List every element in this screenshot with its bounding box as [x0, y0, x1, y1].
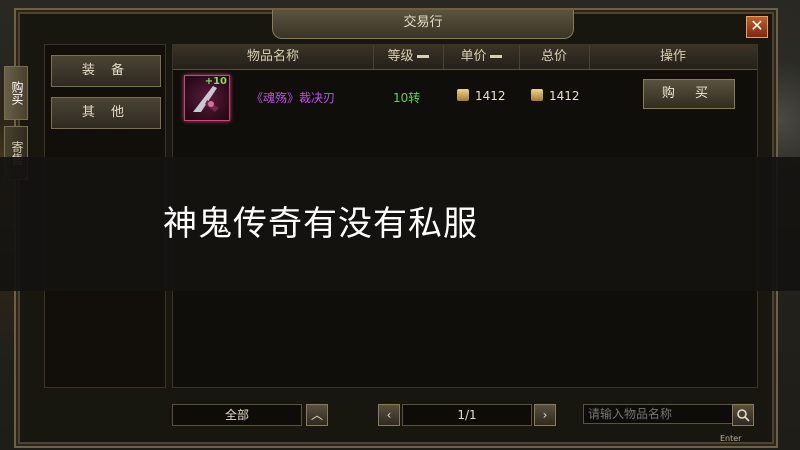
chevron-right-icon: ›: [542, 408, 548, 422]
item-level-badge: +10: [204, 76, 227, 87]
unit-price: 1412: [457, 89, 506, 103]
buy-button[interactable]: 购 买: [643, 79, 735, 109]
filter-toggle-button[interactable]: ︿: [306, 404, 328, 426]
filter-select[interactable]: 全部: [172, 404, 302, 426]
total-price: 1412: [531, 89, 580, 103]
sort-icon: [416, 55, 429, 58]
enter-hint: Enter: [720, 434, 742, 443]
table-row[interactable]: +10 《魂殇》裁决刃 10转 1412 1412 购 买: [173, 71, 757, 127]
table-header: 物品名称 等级 单价 总价 操作: [173, 45, 757, 70]
column-name: 物品名称: [173, 45, 374, 69]
gold-icon: [457, 89, 469, 101]
bottom-bar: 全部 ︿ ‹ 1/1 › Enter: [172, 400, 756, 443]
close-button[interactable]: ✕: [746, 16, 768, 38]
chevron-left-icon: ‹: [386, 408, 392, 422]
tab-buy[interactable]: 购买: [4, 66, 28, 120]
column-level[interactable]: 等级: [373, 45, 444, 69]
category-equipment-button[interactable]: 装 备: [51, 55, 161, 87]
sort-icon: [489, 55, 502, 58]
page-indicator: 1/1: [402, 404, 532, 426]
column-action: 操作: [659, 49, 686, 64]
chevron-up-icon: ︿: [310, 408, 323, 422]
item-icon[interactable]: +10: [184, 75, 230, 121]
search-icon: [737, 409, 750, 422]
search-input[interactable]: [583, 404, 739, 424]
column-total-price: 总价: [519, 45, 590, 69]
gold-icon: [531, 89, 543, 101]
category-other-button[interactable]: 其 他: [51, 97, 161, 129]
window-title: 交易行: [272, 10, 574, 39]
item-level: 10转: [393, 91, 421, 105]
column-unit-price[interactable]: 单价: [443, 45, 520, 69]
next-page-button[interactable]: ›: [534, 404, 556, 426]
item-name: 《魂殇》裁决刃: [251, 91, 336, 105]
prev-page-button[interactable]: ‹: [378, 404, 400, 426]
banner-title: 神鬼传奇有没有私服: [163, 204, 478, 244]
search-button[interactable]: [732, 404, 754, 426]
